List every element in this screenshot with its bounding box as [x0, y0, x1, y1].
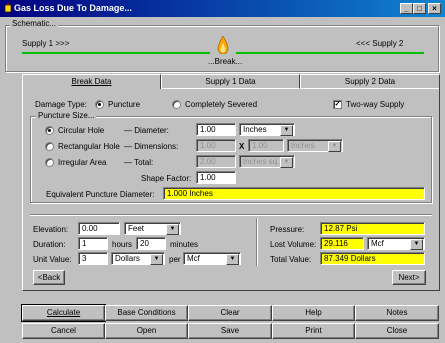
- shape-factor-input[interactable]: 1.00: [196, 171, 236, 184]
- total-label: — Total:: [124, 158, 154, 167]
- cancel-button[interactable]: Cancel: [22, 323, 105, 339]
- duration-hours-input[interactable]: 1: [78, 237, 108, 250]
- elevation-unit-select[interactable]: Feet ▼: [124, 222, 181, 235]
- gas-app-icon: [4, 3, 12, 13]
- area-unit-select[interactable]: Inches sq. ▼: [239, 155, 295, 168]
- diameter-input[interactable]: 1.00: [196, 123, 236, 136]
- irregular-area-label: Irregular Area: [58, 158, 107, 167]
- minutes-label: minutes: [170, 240, 199, 249]
- chevron-down-icon: ▼: [280, 157, 293, 168]
- schematic-group-label: Schematic...: [10, 19, 59, 28]
- chevron-down-icon: ▼: [150, 254, 163, 265]
- lost-volume-unit-select[interactable]: Mcf ▼: [367, 237, 425, 250]
- print-button[interactable]: Print: [272, 323, 355, 339]
- tab-break-data[interactable]: Break Data: [22, 74, 161, 89]
- lost-volume-output: 29.116: [320, 237, 364, 250]
- chevron-down-icon: ▼: [280, 125, 293, 136]
- vertical-divider: [256, 218, 258, 266]
- open-button[interactable]: Open: [105, 323, 188, 339]
- help-button[interactable]: Help: [272, 305, 355, 321]
- pressure-output: 12.87 Psi: [320, 222, 425, 235]
- back-button[interactable]: <Back: [33, 270, 65, 285]
- chevron-down-icon: ▼: [410, 239, 423, 250]
- circular-hole-radio[interactable]: [45, 126, 54, 135]
- save-button[interactable]: Save: [188, 323, 272, 339]
- chevron-down-icon: ▼: [226, 254, 239, 265]
- duration-label: Duration:: [33, 240, 66, 249]
- puncture-size-label: Puncture Size...: [36, 111, 97, 120]
- elevation-input[interactable]: 0.00: [78, 222, 120, 235]
- dimension-1-input[interactable]: 1.00: [196, 139, 236, 152]
- total-value-output: 87.349 Dollars: [320, 252, 425, 265]
- rectangular-hole-label: Rectangular Hole: [58, 142, 120, 151]
- close-window-button[interactable]: ×: [428, 3, 441, 14]
- puncture-radio-label: Puncture: [108, 100, 141, 109]
- supply-1-label: Supply 1 >>>: [22, 39, 70, 48]
- circular-hole-label: Circular Hole: [58, 126, 105, 135]
- supply-2-pipe: [236, 52, 424, 54]
- per-unit-select[interactable]: Mcf ▼: [183, 252, 241, 265]
- supply-1-pipe: [22, 52, 210, 54]
- separator: [30, 214, 432, 216]
- completely-severed-label: Completely Severed: [185, 100, 258, 109]
- shape-factor-label: Shape Factor:: [141, 174, 192, 183]
- dimension-x-label: X: [239, 142, 245, 151]
- tab-supply-1-data[interactable]: Supply 1 Data: [161, 74, 300, 89]
- title-bar[interactable]: Gas Loss Due To Damage...: [0, 0, 445, 17]
- calculate-button[interactable]: Calculate: [21, 304, 106, 322]
- rectangular-hole-radio[interactable]: [45, 142, 54, 151]
- tab-supply-2-data[interactable]: Supply 2 Data: [300, 74, 440, 89]
- window-title: Gas Loss Due To Damage...: [14, 3, 132, 13]
- chevron-down-icon: ▼: [328, 141, 341, 152]
- irregular-area-radio[interactable]: [45, 158, 54, 167]
- dimensions-label: — Dimensions:: [124, 142, 179, 151]
- unit-value-input[interactable]: 3: [78, 252, 108, 265]
- hours-label: hours: [112, 240, 133, 249]
- break-label: ...Break...: [208, 57, 243, 66]
- dimensions-unit-select[interactable]: Inches ▼: [287, 139, 343, 152]
- total-area-input[interactable]: 2.00: [196, 155, 236, 168]
- pressure-label: Pressure:: [270, 225, 305, 234]
- two-way-supply-label: Two-way Supply: [346, 100, 405, 109]
- currency-select[interactable]: Dollars ▼: [111, 252, 165, 265]
- close-button[interactable]: Close: [355, 323, 439, 339]
- total-value-label: Total Value:: [270, 255, 312, 264]
- damage-type-label: Damage Type:: [35, 100, 87, 109]
- supply-2-label: <<< Supply 2: [356, 39, 404, 48]
- maximize-button[interactable]: □: [413, 3, 426, 14]
- diameter-unit-select[interactable]: Inches ▼: [239, 123, 295, 136]
- per-label: per: [169, 255, 181, 264]
- diameter-label: — Diameter:: [124, 126, 169, 135]
- completely-severed-radio[interactable]: [172, 100, 181, 109]
- unit-value-label: Unit Value:: [33, 255, 72, 264]
- lost-volume-label: Lost Volume:: [270, 240, 317, 249]
- base-conditions-button[interactable]: Base Conditions: [105, 305, 188, 321]
- elevation-label: Elevation:: [33, 225, 69, 234]
- duration-minutes-input[interactable]: 20: [136, 237, 166, 250]
- chevron-down-icon: ▼: [166, 224, 179, 235]
- dimension-2-input[interactable]: 1.00: [248, 139, 284, 152]
- notes-button[interactable]: Notes: [355, 305, 439, 321]
- puncture-radio[interactable]: [95, 100, 104, 109]
- two-way-supply-checkbox[interactable]: ✓: [333, 100, 342, 109]
- clear-button[interactable]: Clear: [188, 305, 272, 321]
- next-button[interactable]: Next>: [392, 270, 426, 285]
- flame-icon: [217, 36, 229, 54]
- equivalent-diameter-label: Equivalent Puncture Diameter:: [46, 190, 155, 199]
- equivalent-diameter-output: 1.000 Inches: [163, 187, 425, 200]
- minimize-button[interactable]: _: [400, 3, 413, 14]
